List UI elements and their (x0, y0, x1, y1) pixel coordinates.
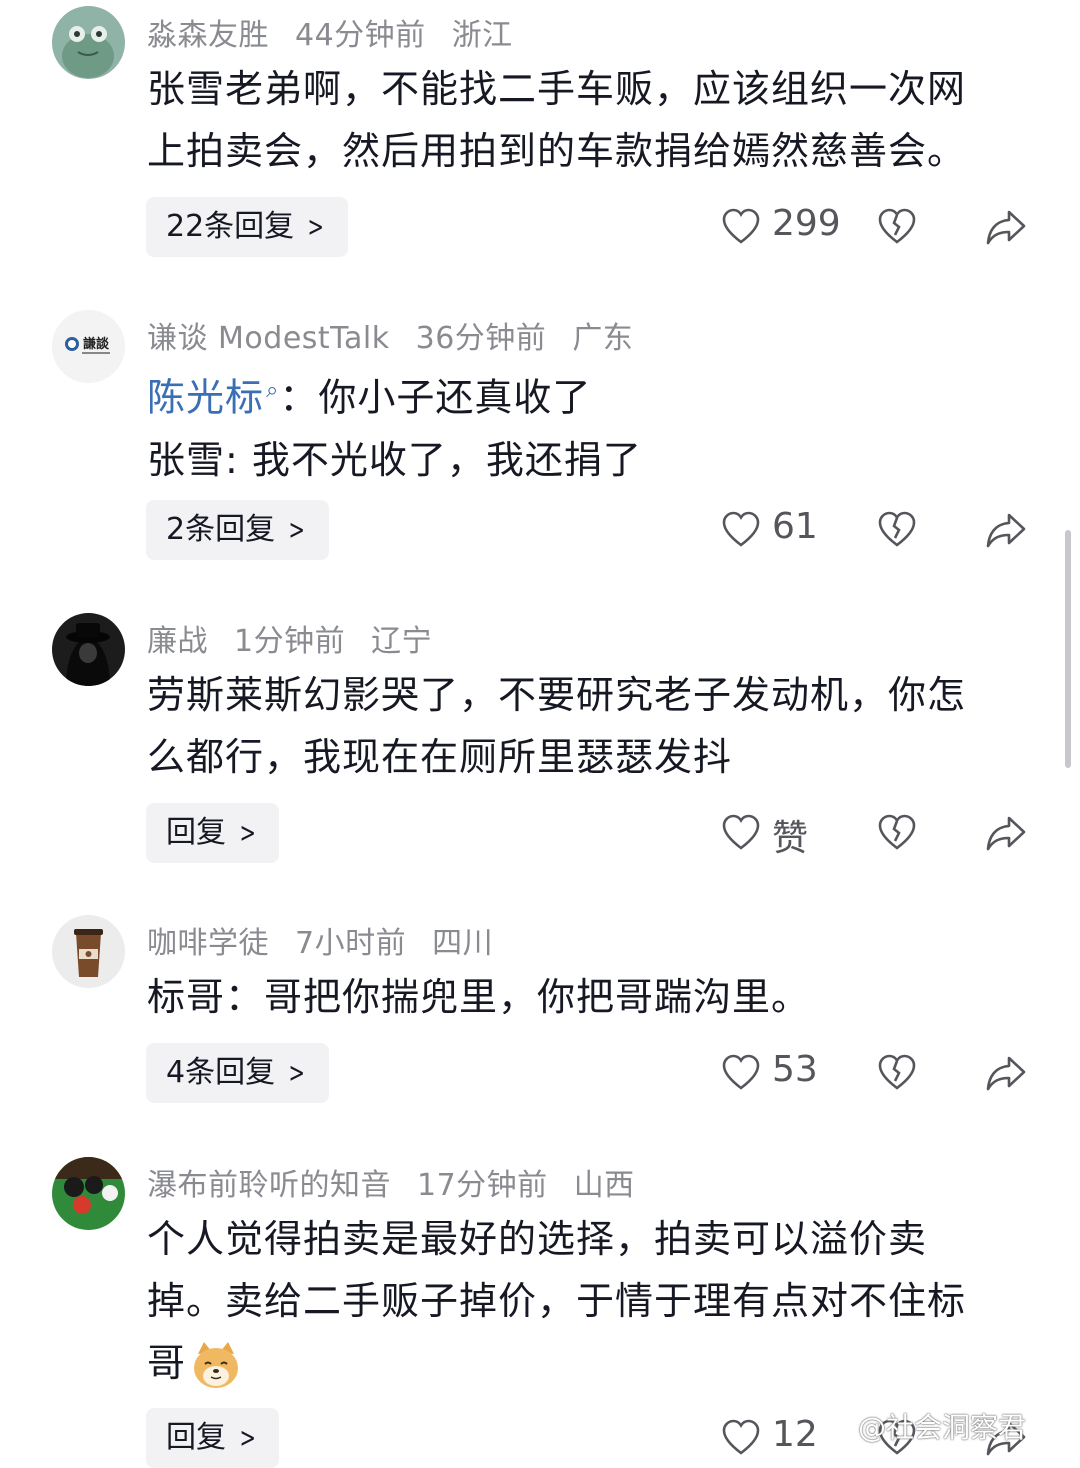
heart-icon[interactable] (721, 1418, 761, 1458)
share-arrow-icon[interactable] (985, 813, 1027, 853)
comment-actions: 61 (0, 500, 1080, 560)
watermark-text: @社会洞察君 (858, 1411, 1027, 1444)
comment-text-line: 张雪: 我不光收了，我还捐了 (147, 437, 642, 482)
username[interactable]: 谦谈 ModestTalk (147, 321, 390, 356)
search-icon[interactable]: ⌕ (266, 378, 279, 403)
comment-text: 陈光标⌕：你小子还真收了 张雪: 我不光收了，我还捐了 (147, 360, 1037, 491)
comment-location: 辽宁 (371, 624, 433, 659)
comment-text-fragment: 哥 (147, 1341, 187, 1385)
like-label[interactable]: 赞 (772, 809, 808, 861)
comment-text: 张雪老弟啊，不能找二手车贩，应该组织一次网 上拍卖会，然后用拍到的车款捐给嫣然慈… (147, 58, 1037, 182)
broken-heart-icon[interactable] (877, 510, 917, 550)
heart-icon[interactable] (721, 207, 761, 247)
comment-text: 个人觉得拍卖是最好的选择，拍卖可以溢价卖 掉。卖给二手贩子掉价，于情于理有点对不… (147, 1208, 1037, 1394)
comment-text: 劳斯莱斯幻影哭了，不要研究老子发动机，你怎 么都行，我现在在厕所里瑟瑟发抖 (147, 664, 1037, 788)
comment-text-line: 哥 (147, 1332, 1037, 1394)
comment-time: 17分钟前 (417, 1168, 548, 1203)
frog-avatar-icon[interactable] (52, 6, 125, 79)
username[interactable]: 淼森友胜 (147, 18, 269, 53)
doge-emoji-icon (194, 1341, 239, 1388)
comment-actions: 赞 (0, 803, 1080, 863)
share-arrow-icon[interactable] (985, 510, 1027, 550)
comment-text-line: 张雪老弟啊，不能找二手车贩，应该组织一次网 (147, 67, 967, 111)
comment-text: 标哥：哥把你揣兜里，你把哥踹沟里。 (147, 966, 1037, 1028)
username[interactable]: 廉战 (147, 624, 208, 659)
like-count: 61 (772, 506, 818, 547)
comment-time: 44分钟前 (295, 18, 426, 53)
modesttalk-logo-text: 謙談 (83, 336, 110, 352)
broken-heart-icon[interactable] (877, 1053, 917, 1093)
scrollbar[interactable] (1065, 530, 1071, 768)
share-arrow-icon[interactable] (985, 207, 1027, 247)
broken-heart-icon[interactable] (877, 207, 917, 247)
comment-text-line: 标哥：哥把你揣兜里，你把哥踹沟里。 (147, 975, 811, 1019)
comment-meta: 廉战 1分钟前 辽宁 (147, 616, 458, 660)
comment-location: 浙江 (451, 18, 513, 53)
comment-text-line: 上拍卖会，然后用拍到的车款捐给嫣然慈善会。 (147, 129, 967, 173)
comment-location: 山西 (573, 1168, 635, 1203)
like-count: 12 (772, 1414, 818, 1455)
username[interactable]: 咖啡学徒 (147, 926, 269, 961)
broken-heart-icon[interactable] (877, 813, 917, 853)
hooded-figure-avatar-icon[interactable] (52, 613, 125, 686)
comment-text-fragment: ：你小子还真收了 (279, 375, 592, 420)
comment-time: 7小时前 (295, 926, 407, 961)
comment-text-line: 劳斯莱斯幻影哭了，不要研究老子发动机，你怎 (147, 673, 967, 717)
user-mention-link[interactable]: 陈光标 (147, 376, 264, 420)
like-count: 299 (772, 203, 841, 244)
comment-meta: 谦谈 ModestTalk 36分钟前 广东 (147, 313, 659, 357)
comment-actions: 53 (0, 1043, 1080, 1103)
comment-text-line: 个人觉得拍卖是最好的选择，拍卖可以溢价卖 (147, 1217, 928, 1261)
comment-location: 广东 (572, 321, 634, 356)
heart-icon[interactable] (721, 510, 761, 550)
username[interactable]: 瀑布前聆听的知音 (147, 1168, 391, 1203)
comment-time: 36分钟前 (415, 321, 547, 356)
coffee-cup-avatar-icon[interactable] (52, 915, 125, 988)
comment-meta: 淼森友胜 44分钟前 浙江 (147, 10, 539, 54)
comment-time: 1分钟前 (234, 624, 346, 659)
billiard-balls-avatar-icon[interactable] (52, 1157, 125, 1230)
comment-meta: 瀑布前聆听的知音 17分钟前 山西 (147, 1160, 661, 1204)
heart-icon[interactable] (721, 1053, 761, 1093)
like-count: 53 (772, 1049, 818, 1090)
comment-location: 四川 (432, 926, 494, 961)
comment-actions: 299 (0, 197, 1080, 257)
comment-text-line: 陈光标⌕：你小子还真收了 (147, 360, 1037, 429)
comment-text-line: 掉。卖给二手贩子掉价，于情于理有点对不住标 (147, 1279, 967, 1323)
share-arrow-icon[interactable] (985, 1053, 1027, 1093)
heart-icon[interactable] (721, 813, 761, 853)
modesttalk-logo-icon[interactable]: 謙談 (52, 310, 125, 383)
comment-meta: 咖啡学徒 7小时前 四川 (147, 918, 519, 962)
comment-text-line: 么都行，我现在在厕所里瑟瑟发抖 (147, 735, 733, 779)
